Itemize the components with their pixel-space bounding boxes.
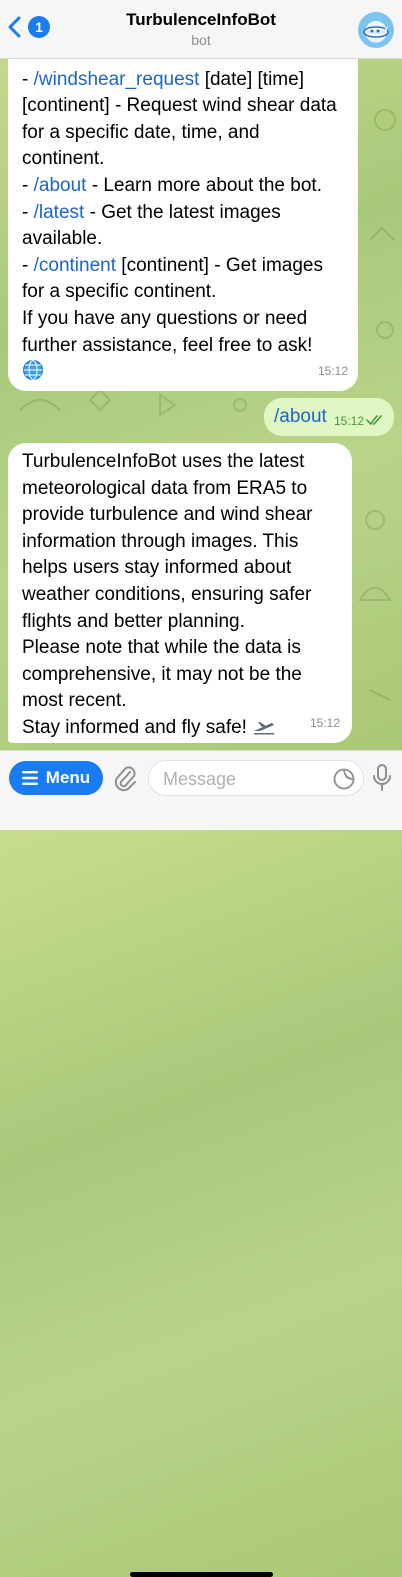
bot-avatar[interactable]: [358, 12, 394, 48]
message-input-bar: Menu: [0, 750, 402, 1577]
command-link-latest[interactable]: /latest: [34, 202, 85, 223]
airplane-avatar-icon: [363, 26, 389, 38]
chat-subtitle: bot: [191, 32, 211, 48]
command-link-windshear[interactable]: /windshear_request: [34, 69, 200, 90]
hamburger-icon: [21, 771, 38, 785]
microphone-icon[interactable]: [372, 763, 392, 793]
message-text: If you have any questions or need furthe…: [22, 307, 313, 356]
message-text: TurbulenceInfoBot uses the latest meteor…: [22, 451, 313, 632]
message-input[interactable]: [161, 761, 325, 797]
paperclip-icon[interactable]: [112, 763, 138, 793]
command-link-continent[interactable]: /continent: [34, 255, 116, 276]
message-text: Please note that while the data is compr…: [22, 637, 302, 712]
message-time: 15:12: [317, 364, 348, 379]
home-indicator: [130, 1572, 273, 1577]
message-field[interactable]: [148, 760, 364, 797]
list-dash: -: [22, 68, 34, 90]
command-description: - Learn more about the bot.: [86, 174, 322, 196]
command-link-about[interactable]: /about: [34, 175, 87, 196]
message-time: 15:12: [333, 414, 364, 428]
list-dash: -: [22, 254, 34, 276]
airplane-departure-icon: [254, 721, 275, 735]
sent-command-link[interactable]: /about: [274, 406, 327, 428]
bot-menu-button[interactable]: Menu: [9, 761, 103, 795]
chat-header: 1 TurbulenceInfoBot bot: [0, 0, 402, 59]
bot-help-message: continent. - /windshear_request [date] […: [8, 38, 358, 391]
sticker-icon[interactable]: [333, 768, 355, 790]
list-dash: -: [22, 174, 34, 196]
message-time: 15:12: [309, 716, 340, 731]
double-check-icon: [366, 415, 382, 425]
message-text: Stay informed and fly safe!: [22, 716, 247, 738]
bot-about-message: TurbulenceInfoBot uses the latest meteor…: [8, 443, 352, 743]
menu-button-label: Menu: [45, 768, 91, 787]
globe-icon: [23, 360, 43, 381]
user-sent-message: /about 15:12: [264, 398, 394, 436]
list-dash: -: [22, 201, 34, 223]
chat-title[interactable]: TurbulenceInfoBot: [0, 10, 402, 30]
